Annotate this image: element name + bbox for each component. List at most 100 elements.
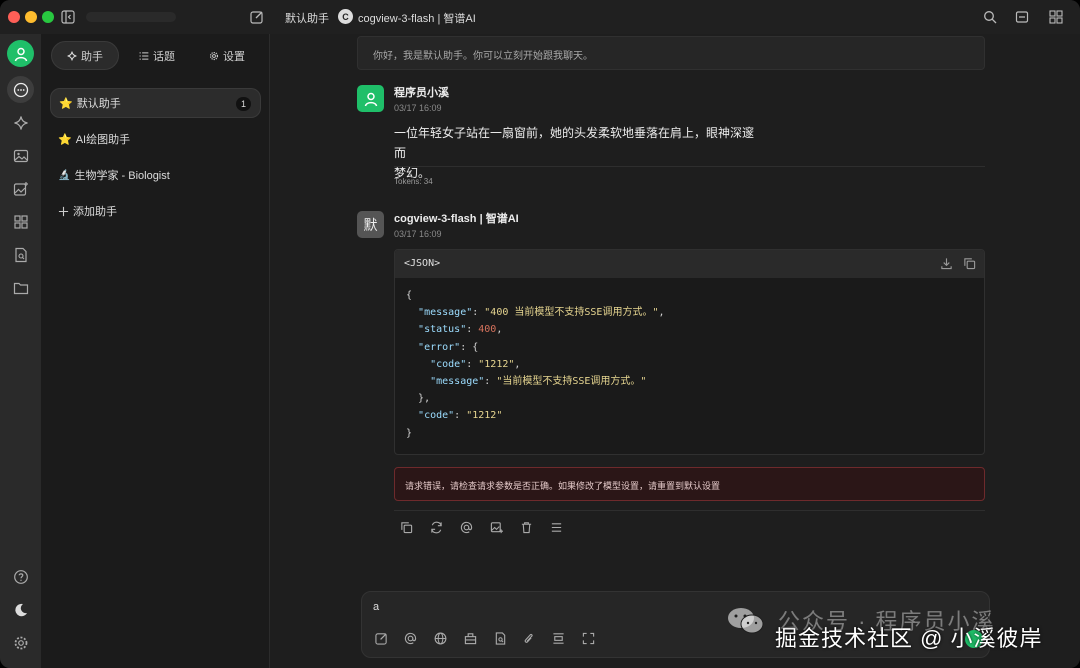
token-count: Tokens: 34: [394, 177, 433, 186]
user-avatar[interactable]: [7, 40, 34, 67]
user-message-text: 一位年轻女子站在一扇窗前，她的头发柔软地垂落在肩上，眼神深邃而 梦幻。: [394, 123, 764, 183]
user-name: 程序员小溪: [394, 87, 449, 99]
image-add-icon[interactable]: [7, 175, 34, 202]
gear-icon: [209, 51, 219, 60]
blurred-region: [86, 12, 176, 22]
minimize-window-button[interactable]: [25, 11, 37, 23]
help-icon[interactable]: [7, 563, 34, 590]
nav-rail: [0, 34, 41, 668]
model-badge-icon[interactable]: C: [338, 9, 353, 24]
image-icon[interactable]: [7, 142, 34, 169]
topic-count-badge: 1: [236, 97, 251, 111]
clear-context-icon[interactable]: [550, 630, 566, 646]
user-message-time: 03/17 16:09: [394, 103, 442, 113]
code-token: "当前模型不支持SSE调用方式。": [496, 376, 647, 388]
web-search-globe-icon[interactable]: [432, 630, 448, 646]
tab-topics[interactable]: 话题: [127, 41, 187, 70]
code-token: "400 当前模型不支持SSE调用方式。": [484, 307, 659, 319]
title-bar: 默认助手 C cogview-3-flash | 智谱AI: [0, 0, 1080, 34]
assistant-panel: 助手 话题 设置 ⭐ 默认助手 1 ⭐ AI绘图助手 🔬 生物学家 - Biol…: [41, 34, 270, 668]
code-token: "1212": [466, 410, 503, 422]
apps-icon[interactable]: [7, 208, 34, 235]
code-content: { "message": "400 当前模型不支持SSE调用方式。", "sta…: [406, 290, 665, 439]
person-icon: [364, 92, 377, 106]
sparkle-icon: [67, 51, 77, 60]
code-token: 400: [478, 324, 497, 336]
delete-icon[interactable]: [518, 519, 534, 535]
new-topic-icon[interactable]: [373, 630, 389, 646]
panel-tabs: 助手 话题 设置: [51, 41, 261, 71]
expand-icon[interactable]: [1014, 9, 1030, 25]
close-window-button[interactable]: [8, 11, 20, 23]
user-message-line-1: 一位年轻女子站在一扇窗前，她的头发柔软地垂落在肩上，眼神深邃而: [394, 126, 755, 160]
code-token: "message": [430, 376, 485, 388]
code-block-header: <JSON>: [395, 250, 984, 278]
tab-assistants-label: 助手: [81, 50, 103, 63]
plus-icon: [58, 206, 69, 216]
code-language-label: <JSON>: [404, 258, 441, 269]
document-search-icon[interactable]: [7, 241, 34, 268]
bot-message-avatar: 默: [357, 211, 384, 238]
fullscreen-icon[interactable]: [580, 630, 596, 646]
chat-area: 你好，我是默认助手。你可以立刻开始跟我聊天。 程序员小溪 03/17 16:09…: [271, 34, 1080, 668]
bot-message-time: 03/17 16:09: [394, 229, 442, 239]
code-token: {: [406, 290, 413, 301]
new-chat-icon[interactable]: [249, 9, 265, 25]
code-token: "status": [418, 324, 467, 336]
list-icon: [139, 51, 149, 60]
code-token: "error": [418, 341, 461, 353]
knowledge-base-icon[interactable]: [462, 630, 478, 646]
error-alert: 请求错误，请检查请求参数是否正确。如果修改了模型设置，请重置到默认设置: [394, 467, 985, 501]
dark-mode-icon[interactable]: [7, 596, 34, 623]
assistant-item-label: 生物学家 - Biologist: [74, 170, 170, 182]
model-selector[interactable]: cogview-3-flash | 智谱AI: [358, 10, 476, 26]
agents-sparkle-icon[interactable]: [7, 109, 34, 136]
tab-topics-label: 话题: [153, 50, 175, 63]
greeting-message: 你好，我是默认助手。你可以立刻开始跟我聊天。: [357, 36, 985, 70]
search-icon[interactable]: [982, 9, 998, 25]
settings-gear-icon[interactable]: [7, 629, 34, 656]
add-assistant-label: 添加助手: [73, 206, 117, 218]
mention-model-icon[interactable]: [402, 630, 418, 646]
sidebar-toggle-icon[interactable]: [60, 9, 76, 25]
user-message-avatar: [357, 85, 384, 112]
folder-icon[interactable]: [7, 274, 34, 301]
app-window: 默认助手 C cogview-3-flash | 智谱AI 助手 话题 设置 ⭐…: [0, 0, 1080, 668]
zoom-window-button[interactable]: [42, 11, 54, 23]
code-token: "1212": [478, 358, 515, 370]
assistant-item-ai-drawing[interactable]: ⭐ AI绘图助手: [50, 124, 261, 154]
code-token: }: [406, 427, 413, 439]
download-icon[interactable]: [940, 257, 953, 270]
divider: [394, 166, 985, 167]
tab-settings[interactable]: 设置: [197, 41, 257, 70]
bot-name: cogview-3-flash | 智谱AI: [394, 213, 519, 225]
wechat-logo-icon: [726, 606, 766, 636]
assistant-item-label: 默认助手: [76, 98, 121, 110]
attachment-icon[interactable]: [520, 630, 536, 646]
watermark-line-2: 掘金技术社区 @ 小溪彼岸: [775, 626, 1043, 651]
assistant-item-default[interactable]: ⭐ 默认助手 1: [50, 88, 261, 118]
mention-icon[interactable]: [458, 519, 474, 535]
assistant-item-label: AI绘图助手: [75, 134, 131, 146]
assistant-title: 默认助手: [285, 13, 329, 25]
copy-message-icon[interactable]: [398, 519, 414, 535]
more-menu-icon[interactable]: [548, 519, 564, 535]
document-search-icon[interactable]: [492, 630, 508, 646]
microscope-icon: 🔬: [58, 169, 71, 181]
assistant-item-biologist[interactable]: 🔬 生物学家 - Biologist: [50, 160, 261, 190]
add-assistant-button[interactable]: 添加助手: [50, 196, 261, 226]
star-icon: ⭐: [58, 133, 72, 146]
message-input[interactable]: a: [373, 601, 379, 613]
star-icon: ⭐: [59, 97, 73, 110]
json-code-block: <JSON> { "message": "400 当前模型不支持SSE调用方式。…: [394, 249, 985, 455]
tab-settings-label: 设置: [223, 50, 245, 63]
copy-icon[interactable]: [963, 257, 976, 270]
regenerate-icon[interactable]: [428, 519, 444, 535]
code-token: "code": [430, 358, 467, 370]
image-edit-icon[interactable]: [488, 519, 504, 535]
message-actions: [394, 510, 985, 538]
chat-icon[interactable]: [7, 76, 34, 103]
apps-grid-icon[interactable]: [1048, 9, 1064, 25]
tab-assistants[interactable]: 助手: [51, 41, 119, 70]
code-token: "message": [418, 307, 473, 319]
